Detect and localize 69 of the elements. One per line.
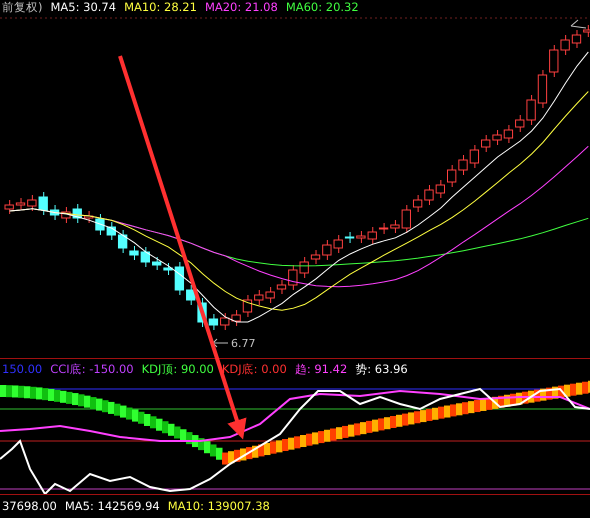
legend-value: 势: 63.96 (355, 362, 408, 376)
low-marker (212, 338, 228, 348)
candlestick (470, 144, 480, 168)
legend-value: MA5: 30.74 (50, 0, 116, 14)
candlestick (118, 230, 128, 254)
legend-value: 150.00 (2, 362, 42, 376)
candlestick (447, 164, 456, 188)
candlestick (515, 114, 524, 132)
candlestick (61, 206, 71, 224)
candlestick (186, 284, 196, 306)
candlestick (208, 314, 218, 330)
legend-value: 37698.00 (2, 499, 57, 513)
candlestick (72, 204, 82, 224)
legend-value: 前复权) (2, 0, 42, 14)
candlestick (50, 204, 60, 220)
candlestick (220, 312, 230, 330)
candlestick (356, 230, 366, 244)
legend-value: MA20: 21.08 (204, 0, 278, 14)
candlestick (140, 246, 150, 268)
legend-value: MA10: 28.21 (124, 0, 197, 14)
candlestick (27, 194, 37, 212)
low-price-label: 6.77 (231, 337, 256, 350)
candlestick (572, 30, 582, 48)
candlestick (38, 192, 48, 216)
legend-value: MA10: 139007.38 (168, 499, 270, 513)
candlestick (538, 70, 548, 108)
legend-value: MA5: 142569.94 (64, 499, 160, 513)
candlestick (4, 200, 14, 214)
candlestick (492, 130, 502, 146)
candlestick (265, 286, 275, 304)
candlestick (231, 310, 241, 326)
candlestick (560, 34, 570, 56)
candlestick (378, 222, 388, 234)
legend-value: KDJ底: 0.00 (222, 362, 287, 376)
high-marker (570, 20, 586, 28)
legend-value: 趋: 91.42 (294, 362, 348, 376)
candlestick (197, 298, 207, 328)
candlestick (322, 240, 332, 260)
candlestick (95, 214, 105, 236)
candlestick (129, 246, 139, 260)
candlestick (254, 290, 264, 306)
candlestick (84, 210, 94, 224)
candlestick (390, 220, 400, 234)
candlestick (402, 204, 411, 234)
candlestick (334, 234, 343, 254)
candlestick (174, 262, 184, 296)
candlestick (344, 232, 354, 244)
candlestick (583, 24, 590, 38)
legend-value: CCI底: -150.00 (50, 362, 134, 376)
candlestick (242, 294, 252, 318)
candlestick (458, 154, 468, 176)
candlestick (504, 124, 514, 144)
candlestick (310, 250, 320, 264)
candlestick (276, 280, 286, 294)
legend-value: KDJ顶: 90.00 (142, 362, 214, 376)
candlestick (300, 256, 309, 278)
candlestick (424, 184, 434, 206)
candlestick (436, 180, 445, 198)
candlestick (368, 226, 377, 244)
candlestick (152, 256, 162, 270)
legend-value: MA60: 20.32 (286, 0, 359, 14)
candlestick (163, 262, 173, 276)
candlestick (526, 94, 536, 126)
candlestick (412, 194, 422, 212)
candlestick (106, 222, 116, 240)
candlestick (549, 44, 558, 78)
candlestick (288, 264, 298, 290)
candlestick (16, 198, 26, 210)
candlestick (481, 134, 490, 152)
